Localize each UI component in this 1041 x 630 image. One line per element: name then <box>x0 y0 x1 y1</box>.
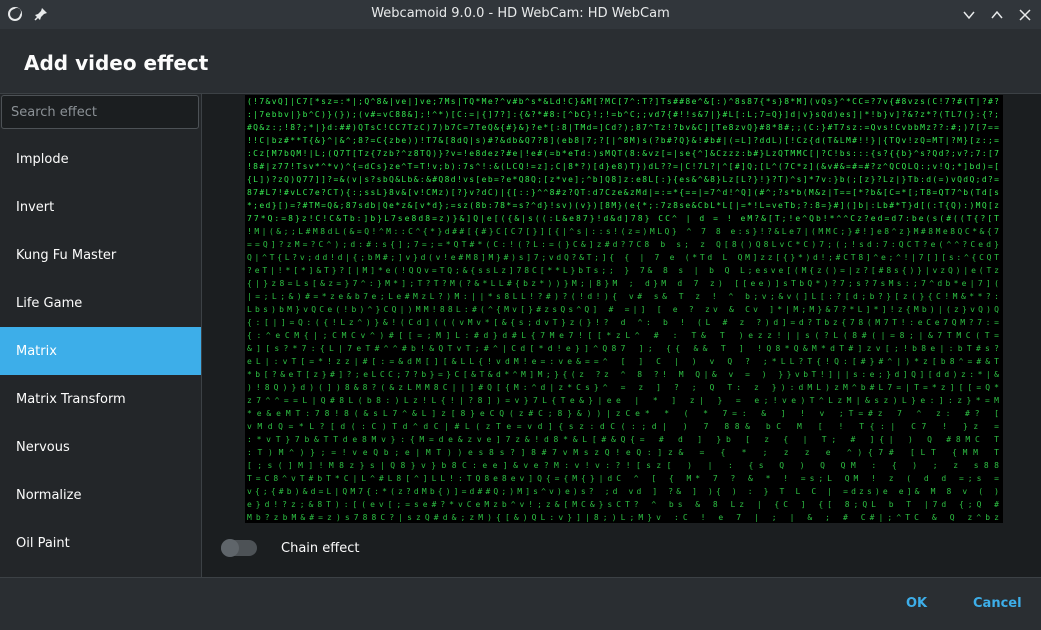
effect-item[interactable]: Oil Paint <box>0 519 201 567</box>
svg-text:v{;{#b)&d=L|QM7{:*(z?dMb{)]=d#: v{;{#b)&d=L|QM7{:*(z?dMb{)]=d##Q;)M]s^v)… <box>247 487 999 496</box>
svg-text::T)M^)};=!veQb;e|MT))es8s?]8#7: :T)M^)};=!veQb;e|MT))es8s?]8#7vMszQ!eQ:]… <box>247 448 999 457</box>
svg-text:(!7&vQ]|C7[*sz=:*|;Q^8&|ve|]ve: (!7&vQ]|C7[*sz=:*|;Q^8&|ve|]ve;7Ms|TQ*Me… <box>247 97 999 106</box>
svg-text:{:^eCM{|;CMCv^)#[[=;M]L:#d}d#L: {:^eCM{|;CMCv^)#[[=;M]L:#d}d#L{7Me7![[*z… <box>247 331 999 340</box>
svg-text::*vT}7b&TTde8Mv}:{M=de&zve]7z&: :*vT}7b&TTde8Mv}:{M=de&zve]7z&!d8*&L[#&Q… <box>247 435 999 444</box>
dialog-body: ImplodeInvertKung Fu MasterLife GameMatr… <box>0 93 1041 578</box>
svg-text:!8#|z77!Tsv*^*v)^{=dCs}ze^T=T!: !8#|z77!Tsv*^*v)^{=dCs}ze^T=T!v;b):7s^!:… <box>247 162 999 171</box>
svg-text:!M|(&;;L#M8dL(&=Q!^M::C^{*}d##: !M|(&;;L#M8dL(&=Q!^M::C^{*}d##[{#}C[C7[}… <box>247 227 999 236</box>
chain-effect-row: Chain effect <box>221 539 360 557</box>
svg-text:{L])?zQ)Q77]]?=&(v|s?sbQ&Lb&:&: {L])?zQ)Q77]]?=&(v|s?sbQ&Lb&:&#Q8d!vs[eb… <box>247 175 999 184</box>
svg-text:eL|:vT[=*!zz|#[:=&dM[][&LL{!vd: eL|:vT[=*!zz|#[:=&dM[][&LL{!vdM!e=:ve&==… <box>247 357 999 366</box>
svg-text:{:[|]=Q:({!Lz^)}&!(Cd](((vMv*[: {:[|]=Q:({!Lz^)}&!(Cd](((vMv*[&{s;dvT}z(… <box>247 318 999 327</box>
effect-item[interactable]: Kung Fu Master <box>0 231 201 279</box>
maximize-button[interactable] <box>987 5 1007 25</box>
search-box[interactable] <box>1 95 199 129</box>
svg-text:77*Q:=8}z!C!C&Tb:]b}L7se8d8=z): 77*Q:=8}z!C!C&Tb:]b}L7se8d8=z)}&]Q|e[({&… <box>247 214 999 223</box>
ok-button[interactable]: OK <box>906 596 927 611</box>
svg-text:#Q&z:;!8?;*|}d:##)QTsC!CC7TzC): #Q&z:;!8?;*|}d:##)QTsC!CC7TzC)7)b7C=7TeQ… <box>247 123 999 132</box>
search-input[interactable] <box>9 103 193 121</box>
svg-text:vMdQ=*L?[d(:C)Td^dC|#L(zTe=vd]: vMdQ=*L?[d(:C)Td^dC|#L(zTe=vd]{sz:dC(:;d… <box>247 422 999 431</box>
svg-text:87#L7!#vLC7e?CT){:;ssL}8v&[v!C: 87#L7!#vLC7e?CT){:;ssL}8v&[v!CMz)[?}v?dC… <box>247 188 999 197</box>
effects-sidebar: ImplodeInvertKung Fu MasterLife GameMatr… <box>0 94 202 578</box>
svg-text:z7^^==L|Q#8L(b8:)Lz!L{!|?8])=v: z7^^==L|Q#8L(b8:)Lz!L{!|?8])=v}7L{Te&}|e… <box>247 396 999 405</box>
svg-text:!!C|bz#**T{&}^|&^;8?=C{zbe))!T: !!C|bz#**T{&}^|&^;8?=C{zbe))!T7&[8dQ|s)#… <box>247 136 999 145</box>
chevron-up-icon <box>991 10 1003 19</box>
svg-text::|7ebbv|}b^C)}(});(v#=vC88&];!: :|7ebbv|}b^C)}(});(v#=vC88&];!^*)[C:=|{]… <box>247 110 999 119</box>
svg-text:|=;L;&)#=*ze&b7e;Le#MzL?)M:||*: |=;L;&)#=*ze&b7e;Le#MzL?)M:||*s8LL!?#)?(… <box>247 292 999 301</box>
dialog-footer: OK Cancel <box>0 577 1041 630</box>
minimize-button[interactable] <box>959 5 979 25</box>
svg-text:Lbs)bM}vQCe(!b)^}CQ|)MM!88L:#(: Lbs)bM}vQCe(!b)^}CQ|)MM!88L:#(^{Mv[}#zsQ… <box>247 305 999 314</box>
svg-text:Mb?zbM&#=z)s788C?|szQ#d&;zM){[: Mb?zbM&#=z)s788C?|szQ#d&;zM){[&)QL:v}]|8… <box>247 513 999 522</box>
effect-preview: (!7&vQ]|C7[*sz=:*|;Q^8&|ve|]ve;7Ms|TQ*Me… <box>245 95 1003 523</box>
cancel-button[interactable]: Cancel <box>973 596 1022 611</box>
chevron-down-icon <box>963 11 975 20</box>
svg-text:*;ed}[)=?#TM=Q&;87sdb|Qe*z&[v*: *;ed}[)=?#TM=Q&;87sdb|Qe*z&[v*d};=sz(8b:… <box>247 201 999 210</box>
effect-item[interactable]: Nervous <box>0 423 201 471</box>
chain-effect-toggle[interactable] <box>221 539 257 557</box>
matrix-preview-image: (!7&vQ]|C7[*sz=:*|;Q^8&|ve|]ve;7Ms|TQ*Me… <box>247 97 999 522</box>
effect-list: Implode Invert Kung Fu Master Life Game Matr… <box>0 135 201 567</box>
chain-effect-label: Chain effect <box>281 540 360 556</box>
dialog-header: Add video effect <box>0 29 1041 93</box>
svg-text:?eT|!*[*]&T}?[|M]*e(!QQv=TQ;&{: ?eT|!*[*]&T}?[|M]*e(!QQv=TQ;&{ssLz]78C[*… <box>247 266 999 275</box>
svg-text:)!8Q)}d)(])8&8?(&zLMM8C||]#Q[{: )!8Q)}d)(])8&8?(&zLMM8C||]#Q[{M:^d|z*Cs}… <box>247 383 999 392</box>
effect-item[interactable]: Matrix <box>0 327 201 375</box>
svg-text:T=C8^vT#bT*C|L^#L8[^]LL!:TQ8e8: T=C8^vT#bT*C|L^#L8[^]LL!:TQ8e8ev]Q{={M{}… <box>247 474 999 483</box>
svg-text:*b[?&eT[z}#]?;eLCC;7?b}=}C[&T&: *b[?&eT[z}#]?;eLCC;7?b}=}C[&T&d*^M]M;}{(… <box>247 370 999 379</box>
svg-text::Cz[M7bQM!|L;(Q7T[Tz{7zb?^z8TQ: :Cz[M7bQM!|L;(Q7T[Tz{7zb?^z8TQ)}?v=!e8de… <box>247 149 999 158</box>
svg-text:*e&eMT:78!8(&sL7^&L]z[8}eCQ(z#: *e&eMT:78!8(&sL7^&L]z[8}eCQ(z#C;8}&))|zC… <box>247 409 999 418</box>
window-title: Webcamoid 9.0.0 - HD WebCam: HD WebCam <box>371 6 670 21</box>
page-title: Add video effect <box>24 51 209 75</box>
effect-item[interactable]: Invert <box>0 183 201 231</box>
svg-text:e}d!?z;&8T):[(ev[;=se#?*vCeMzb: e}d!?z;&8T):[(ev[;=se#?*vCeMzb^v!;z&[MC&… <box>247 500 999 509</box>
effect-item[interactable]: Normalize <box>0 471 201 519</box>
effect-item[interactable]: Life Game <box>0 279 201 327</box>
svg-text:{|}z8=Ls[&z=}7^:}M*];T?T?M(?&*: {|}z8=Ls[&z=}7^:}M*];T?T?M(?&*LL#{bz*))}… <box>247 279 999 288</box>
svg-text:&][s?*7:{L|7eT#^^#b!&QTvT;#^|C: &][s?*7:{L|7eT#^^#b!&QTvT;#^|Cd[*d!e}]^Q… <box>247 344 999 353</box>
effect-item[interactable]: Matrix Transform <box>0 375 201 423</box>
svg-text:Q|^T{L?v;dd!d|{;bM#;]v}d(v!e#M: Q|^T{L?v;dd!d|{;bM#;]v}d(v!e#M8]M}#)s]7;… <box>247 253 999 262</box>
effect-item[interactable]: Implode <box>0 135 201 183</box>
close-button[interactable] <box>1015 5 1035 25</box>
window-titlebar: Webcamoid 9.0.0 - HD WebCam: HD WebCam <box>0 0 1041 29</box>
svg-text:==Q]?zM=?C^);d:#:s{];7=;=*QT#*: ==Q]?zM=?C^);d:#:s{];7=;=*QT#*(C:!(?L:=(… <box>247 240 999 249</box>
toggle-knob <box>221 539 239 557</box>
close-icon <box>1019 9 1031 21</box>
svg-text:[;s(]M]!M8z}s|Q8}v}b8C:ee]&ve?: [;s(]M]!M8z}s|Q8}v}b8C:ee]&ve?M:v!v:?![s… <box>247 461 999 470</box>
